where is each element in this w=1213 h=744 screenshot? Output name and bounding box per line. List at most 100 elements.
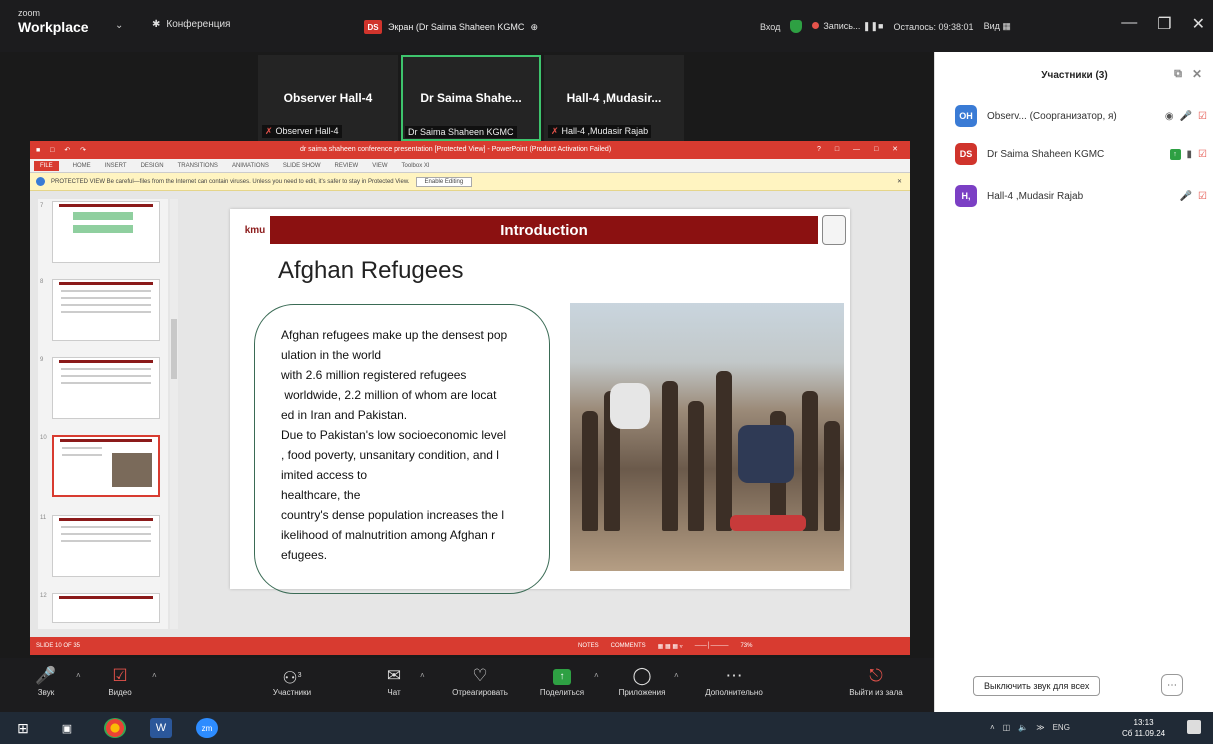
audio-button[interactable]: 🎤 Звук <box>6 664 86 697</box>
chevron-up-icon[interactable]: ˄ <box>420 671 425 680</box>
slide-thumbnail-selected[interactable] <box>52 435 160 497</box>
slide-counter: SLIDE 10 OF 35 <box>36 643 81 649</box>
ppt-window-controls[interactable]: ? □ — □ ✕ <box>817 145 904 153</box>
conference-label: Конференция <box>166 19 231 30</box>
volume-icon[interactable]: 🔈 <box>1018 723 1028 732</box>
slide-canvas[interactable]: kmu Introduction Afghan Refugees Afghan … <box>230 209 850 594</box>
more-icon: ⋯ <box>725 666 743 685</box>
notes-button[interactable]: NOTES <box>578 643 599 650</box>
recording-status[interactable]: Запись... ❚❚■ <box>812 21 883 32</box>
chevron-up-icon[interactable]: ˄ <box>990 723 995 732</box>
minimize-icon[interactable]: — <box>1121 14 1137 34</box>
recording-icon: ◉ <box>1164 110 1174 122</box>
refugees-photo <box>570 303 844 571</box>
share-label: Поделиться <box>539 688 585 697</box>
maximize-icon[interactable]: ❐ <box>1157 14 1171 34</box>
popout-icon[interactable]: ⧉ <box>1174 68 1182 81</box>
leave-button[interactable]: ⎋ Выйти из зала <box>836 664 916 697</box>
share-label: Экран (Dr Saima Shaheen KGMC <box>388 22 525 32</box>
tab-view[interactable]: VIEW <box>372 163 387 169</box>
slide-thumbnail[interactable] <box>52 357 160 419</box>
zoom-app-icon[interactable]: zm <box>196 718 218 738</box>
slide-thumbnail[interactable] <box>52 201 160 263</box>
tab-review[interactable]: REVIEW <box>335 163 359 169</box>
heart-icon: ♡ <box>472 666 488 685</box>
thumbnail-scrollbar[interactable] <box>170 199 178 629</box>
tab-insert[interactable]: INSERT <box>105 163 127 169</box>
sharer-avatar: DS <box>364 20 382 34</box>
close-icon[interactable]: ✕ <box>1192 14 1205 34</box>
close-icon[interactable]: ✕ <box>1192 67 1202 81</box>
muted-mic-icon: ✗ <box>551 126 559 136</box>
wifi-icon[interactable]: ≫ <box>1036 723 1044 732</box>
quick-access-icons[interactable]: ■ □ ↶ ↷ <box>36 146 90 154</box>
language-indicator[interactable]: ENG <box>1053 723 1070 732</box>
slide-text-line: healthcare, the <box>281 488 361 502</box>
tab-design[interactable]: DESIGN <box>141 163 164 169</box>
more-options-button[interactable]: ⋯ <box>1161 674 1183 696</box>
chat-button[interactable]: ✉ Чат <box>354 664 434 697</box>
avatar: OH <box>955 105 977 127</box>
tab-toolbox[interactable]: Toolbox XI <box>402 163 430 169</box>
video-tile[interactable]: Observer Hall-4 ✗ Observer Hall-4 <box>258 55 398 141</box>
login-button[interactable]: Вход <box>760 22 780 32</box>
slide-thumbnail[interactable] <box>52 279 160 341</box>
enable-editing-button[interactable]: Enable Editing <box>415 176 473 187</box>
slide-thumbnail[interactable] <box>52 515 160 577</box>
video-tile-active-speaker[interactable]: Dr Saima Shahe... Dr Saima Shaheen KGMC <box>401 55 541 141</box>
notifications-icon[interactable] <box>1187 720 1201 734</box>
tile-label: ✗ Hall-4 ,Mudasir Rajab <box>548 125 652 138</box>
participants-panel: Участники (3) ⧉ ✕ OH Observ... (Сооргани… <box>934 52 1213 712</box>
thumb-number: 10 <box>40 435 47 441</box>
video-button[interactable]: ☑ Видео <box>80 664 160 697</box>
shield-icon[interactable] <box>790 20 803 33</box>
tab-slide-show[interactable]: SLIDE SHOW <box>283 163 321 169</box>
chevron-down-icon[interactable]: ⌄ <box>115 20 123 31</box>
conference-menu[interactable]: ✱ Конференция <box>152 19 230 30</box>
screen-share-indicator[interactable]: DS Экран (Dr Saima Shaheen KGMC ⊕ <box>364 20 538 34</box>
slide-text-line: with 2.6 million registered refugees <box>281 368 467 382</box>
view-label: Вид <box>983 21 1000 31</box>
chrome-icon[interactable] <box>104 718 126 738</box>
participant-row[interactable]: H, Hall-4 ,Mudasir Rajab 🎤 ☑ <box>955 184 1207 208</box>
network-icon[interactable]: ◫ <box>1003 723 1011 732</box>
windows-start-icon[interactable]: ⊞ <box>12 718 34 738</box>
slide-thumbnail[interactable] <box>52 593 160 623</box>
scrollbar-thumb[interactable] <box>171 319 177 379</box>
tab-transitions[interactable]: TRANSITIONS <box>178 163 218 169</box>
chevron-up-icon[interactable]: ˄ <box>674 671 679 680</box>
zoom-slider[interactable]: ——│——— <box>695 643 729 650</box>
close-icon[interactable]: ✕ <box>897 178 902 185</box>
participant-row[interactable]: DS Dr Saima Shaheen KGMC ↑ ▮ ☑ <box>955 142 1207 166</box>
chevron-up-icon[interactable]: ˄ <box>594 671 599 680</box>
view-icons[interactable]: ▦ ▦ ▦ ▿ <box>658 643 683 650</box>
apps-button[interactable]: ◯ Приложения <box>602 664 682 697</box>
tab-animations[interactable]: ANIMATIONS <box>232 163 269 169</box>
tab-home[interactable]: HOME <box>73 163 91 169</box>
comments-button[interactable]: COMMENTS <box>611 643 646 650</box>
view-button[interactable]: Вид ▦ <box>984 21 1011 32</box>
participants-button[interactable]: ⚇3 Участники <box>252 664 332 697</box>
chevron-up-icon[interactable]: ˄ <box>152 671 157 680</box>
tile-name: Dr Saima Shahe... <box>420 91 522 105</box>
muted-mic-icon: 🎤 <box>35 666 57 685</box>
word-icon[interactable]: W <box>150 718 172 738</box>
clock[interactable]: 13:13 Сб 11.09.24 <box>1122 717 1165 739</box>
tab-file[interactable]: FILE <box>34 160 59 171</box>
brand-small: zoom <box>18 8 41 18</box>
participant-row[interactable]: OH Observ... (Соорганизатор, я) ◉ 🎤 ☑ <box>955 104 1207 128</box>
video-tile[interactable]: Hall-4 ,Mudasir... ✗ Hall-4 ,Mudasir Raja… <box>544 55 684 141</box>
slide-text-line: ulation in the world <box>281 348 382 362</box>
mute-all-button[interactable]: Выключить звук для всех <box>973 676 1101 696</box>
tile-label: ✗ Observer Hall-4 <box>262 125 342 138</box>
share-button[interactable]: ↑ Поделиться <box>522 664 602 697</box>
recording-label: Запись... <box>823 21 861 31</box>
slide-header: Introduction <box>270 216 818 244</box>
chat-label: Чат <box>387 688 401 697</box>
top-right-status: Вход Запись... ❚❚■ Осталось: 09:38:01 Ви… <box>760 20 1011 33</box>
task-view-icon[interactable]: ▣ <box>56 718 78 738</box>
video-off-icon: ☑ <box>1198 190 1207 202</box>
more-button[interactable]: ⋯ Дополнительно <box>694 664 774 697</box>
reactions-button[interactable]: ♡ Отреагировать <box>440 664 520 697</box>
ppt-ribbon-tabs: FILE HOME INSERT DESIGN TRANSITIONS ANIM… <box>30 159 910 173</box>
